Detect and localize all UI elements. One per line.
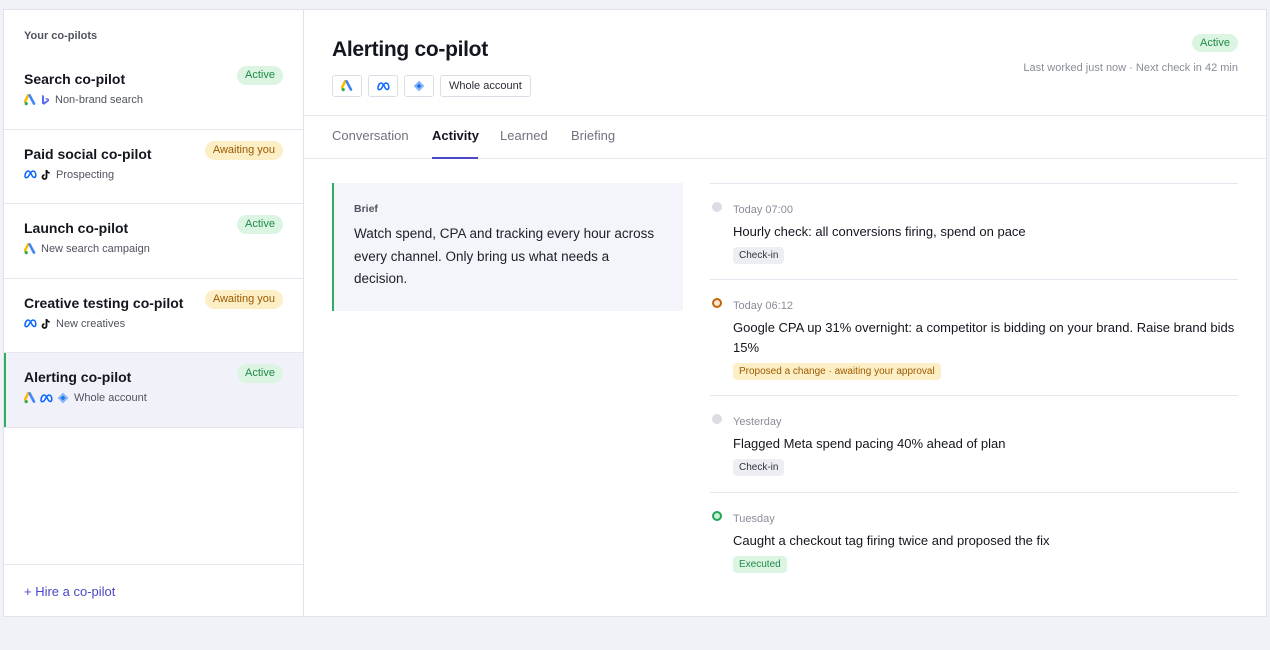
brief-card: Brief Watch spend, CPA and tracking ever… [332,183,683,311]
tag-manager-chip [404,75,434,97]
copilot-item-alerting[interactable]: Alerting co-pilot Active Whole account [4,353,303,428]
activity-tag: Check-in [733,247,785,264]
tab-conversation[interactable]: Conversation [332,128,409,143]
activity-time: Today 06:12 [733,300,793,312]
copilot-sub-label: Prospecting [56,168,115,181]
google-ads-icon [24,94,36,106]
meta-chip [368,75,398,97]
status-dot [712,414,722,424]
status-dot [712,202,722,212]
status-dot [712,298,722,308]
activity-item: Tuesday Caught a checkout tag firing twi… [710,493,1238,589]
activity-text: Flagged Meta spend pacing 40% ahead of p… [733,436,1006,451]
active-tab-indicator [432,157,478,159]
page-title: Alerting co-pilot [332,38,488,61]
status-dot [712,511,722,521]
activity-feed: Today 07:00 Hourly check: all conversion… [710,183,1238,589]
activity-tag: Check-in [733,459,785,476]
meta-icon [40,393,53,403]
activity-item: Yesterday Flagged Meta spend pacing 40% … [710,396,1238,493]
tab-briefing[interactable]: Briefing [571,128,615,143]
hire-copilot-link[interactable]: + Hire a co-pilot [24,584,115,599]
copilot-subtitle: New search campaign [24,242,283,256]
status-badge: Active [237,215,283,234]
copilot-sub-label: Non-brand search [55,94,144,106]
sidebar-heading: Your co-pilots [24,30,98,42]
brief-label: Brief [354,203,378,215]
activity-time: Tuesday [733,513,775,525]
status-badge: Active [237,66,283,85]
main-panel: Alerting co-pilot Whole account Active L… [304,10,1266,616]
tab-learned[interactable]: Learned [500,128,548,143]
activity-text: Hourly check: all conversions firing, sp… [733,224,1026,239]
brief-text: Watch spend, CPA and tracking every hour… [354,226,655,286]
google-ads-icon [24,392,36,404]
copilot-list: Search co-pilot Active Non-brand search … [4,55,303,428]
copilot-sub-label: Whole account [74,392,147,404]
status-badge: Awaiting you [204,289,283,309]
activity-tag: Executed [733,556,787,573]
copilot-item-creative-testing[interactable]: Creative testing co-pilot Awaiting you N… [4,279,303,353]
copilot-subtitle: Non-brand search [24,93,283,107]
copilot-item-launch[interactable]: Launch co-pilot Active New search campai… [4,204,303,279]
scope-chip: Whole account [440,75,531,97]
tiktok-icon [41,318,51,330]
tag-manager-icon [57,392,69,404]
meta-icon [24,170,37,179]
activity-tag: Proposed a change · awaiting your approv… [733,363,941,380]
activity-item: Today 07:00 Hourly check: all conversion… [710,184,1238,280]
meta-icon [376,81,390,91]
activity-text: Caught a checkout tag firing twice and p… [733,533,1050,548]
status-badge: Awaiting you [204,140,283,160]
status-badge: Active [1192,34,1238,52]
channel-chips: Whole account [332,75,531,97]
status-badge: Active [237,364,283,383]
copilot-sub-label: New creatives [56,317,126,330]
sidebar: Your co-pilots Search co-pilot Active No… [4,10,304,616]
activity-text: Google CPA up 31% overnight: a competito… [733,320,1235,355]
google-ads-icon [24,243,36,255]
activity-item: Today 06:12 Google CPA up 31% overnight:… [710,280,1238,396]
google-ads-chip [332,75,362,97]
copilot-subtitle: Prospecting [24,168,283,182]
meta-icon [24,319,37,328]
tiktok-icon [41,169,51,181]
google-ads-icon [341,80,353,92]
activity-time: Yesterday [733,416,782,428]
tab-activity[interactable]: Activity [432,128,479,143]
copilot-item-search[interactable]: Search co-pilot Active Non-brand search [4,55,303,130]
bing-icon [40,94,50,106]
activity-time: Today 07:00 [733,204,793,216]
copilot-item-paid-social[interactable]: Paid social co-pilot Awaiting you Prospe… [4,130,303,204]
copilot-subtitle: Whole account [24,391,283,405]
tag-manager-icon [413,80,425,92]
app-window: Your co-pilots Search co-pilot Active No… [3,9,1267,617]
sidebar-footer: + Hire a co-pilot [4,564,303,616]
tab-bar: Conversation Activity Learned Briefing [304,115,1266,159]
copilot-subtitle: New creatives [24,317,283,331]
last-worked-text: Last worked just now · Next check in 42 … [1023,62,1238,74]
copilot-sub-label: New search campaign [41,243,150,255]
